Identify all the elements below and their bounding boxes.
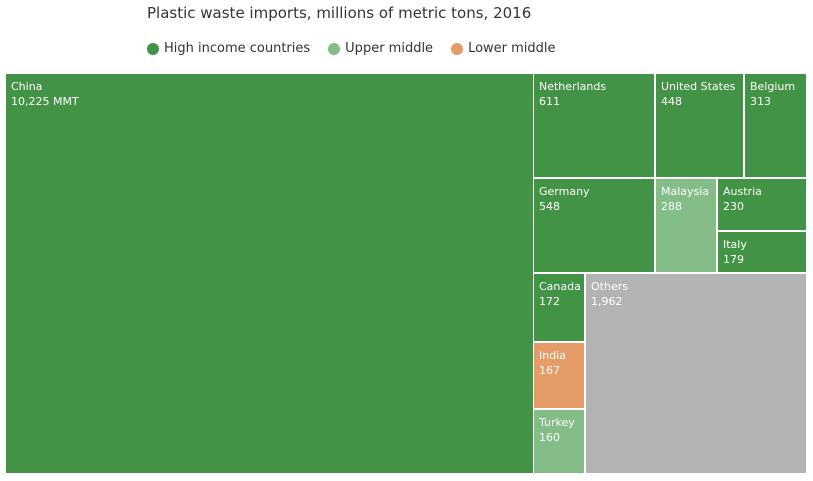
treemap-cell-canada: Canada 172 xyxy=(534,274,584,341)
cell-value: 167 xyxy=(539,364,560,377)
cell-value: 179 xyxy=(723,253,744,266)
cell-name: Turkey xyxy=(539,416,575,429)
treemap-cell-india: India 167 xyxy=(534,343,584,408)
cell-name: Austria xyxy=(723,185,762,198)
treemap-cell-others: Others 1,962 xyxy=(586,274,806,473)
cell-value: 448 xyxy=(661,95,682,108)
treemap-cell-germany: Germany 548 xyxy=(534,179,654,272)
cell-name: Others xyxy=(591,280,628,293)
cell-name: China xyxy=(11,80,43,93)
treemap: China 10,225 MMT Netherlands 611 United Stat… xyxy=(0,0,813,481)
treemap-cell-turkey: Turkey 160 xyxy=(534,410,584,473)
cell-name: Canada xyxy=(539,280,581,293)
treemap-cell-belgium: Belgium 313 xyxy=(745,74,806,177)
cell-value: 1,962 xyxy=(591,295,623,308)
treemap-cell-china: China 10,225 MMT xyxy=(6,74,533,473)
cell-value: 611 xyxy=(539,95,560,108)
cell-name: Belgium xyxy=(750,80,796,93)
cell-value: 10,225 MMT xyxy=(11,95,79,108)
treemap-cell-austria: Austria 230 xyxy=(718,179,806,230)
cell-name: India xyxy=(539,349,566,362)
cell-name: Italy xyxy=(723,238,747,251)
cell-name: United States xyxy=(661,80,736,93)
cell-name: Malaysia xyxy=(661,185,710,198)
treemap-cell-italy: Italy 179 xyxy=(718,232,806,272)
cell-name: Germany xyxy=(539,185,590,198)
cell-name: Netherlands xyxy=(539,80,607,93)
cell-value: 548 xyxy=(539,200,560,213)
cell-value: 230 xyxy=(723,200,744,213)
treemap-cell-united-states: United States 448 xyxy=(656,74,743,177)
cell-value: 313 xyxy=(750,95,771,108)
cell-value: 172 xyxy=(539,295,560,308)
cell-value: 288 xyxy=(661,200,682,213)
treemap-cell-netherlands: Netherlands 611 xyxy=(534,74,654,177)
treemap-cell-malaysia: Malaysia 288 xyxy=(656,179,716,272)
cell-value: 160 xyxy=(539,431,560,444)
